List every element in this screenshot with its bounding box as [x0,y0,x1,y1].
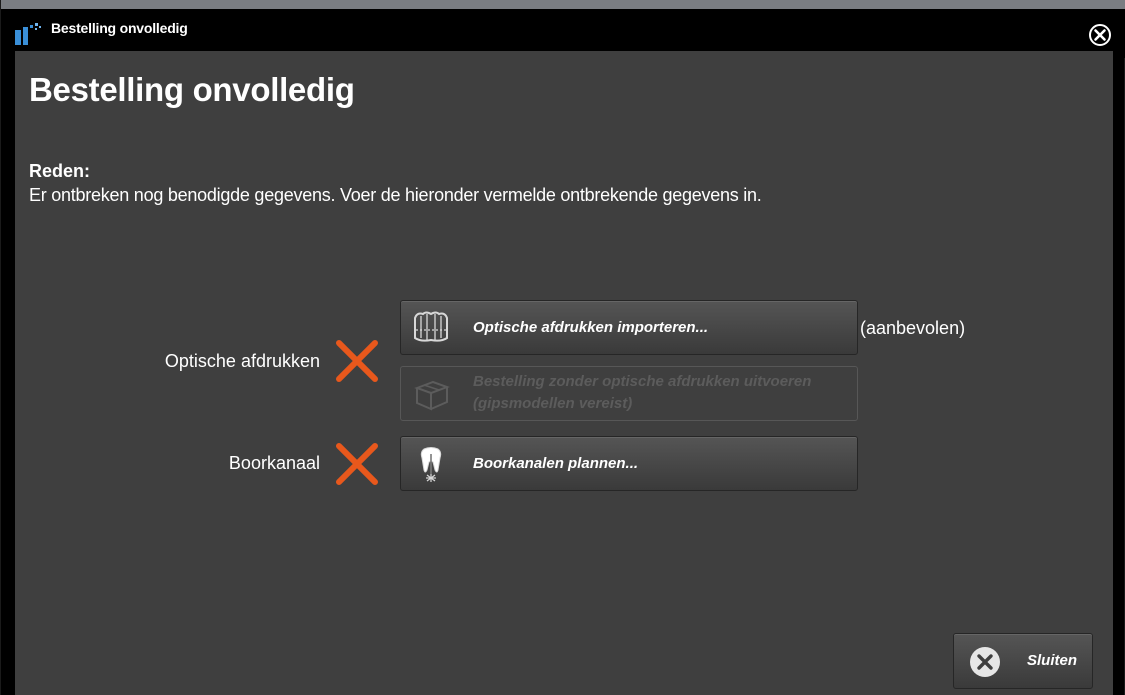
window-title: Bestelling onvolledig [51,20,188,36]
title-bar-top-edge [1,0,1125,9]
order-without-impressions-label-line1: Bestelling zonder optische afdrukken uit… [473,373,812,390]
optical-missing-x-icon [336,340,378,382]
window-close-icon[interactable] [1088,23,1112,47]
order-without-impressions-button[interactable]: Bestelling zonder optische afdrukken uit… [400,366,858,421]
import-optical-impressions-label: Optische afdrukken importeren... [473,319,709,336]
close-button-label: Sluiten [1027,652,1078,669]
dialog-content: Bestelling onvolledig Reden: Er ontbreke… [15,51,1113,695]
drill-missing-x-icon [336,443,378,485]
app-logo-icon [15,23,41,45]
plan-drill-channels-label: Boorkanalen plannen... [473,455,639,472]
title-bar: Bestelling onvolledig [1,0,1125,58]
import-optical-impressions-button[interactable]: Optische afdrukken importeren... [400,300,858,355]
drill-channel-label: Boorkanaal [228,453,320,473]
reason-text: Er ontbreken nog benodigde gegevens. Voe… [29,185,762,205]
close-button[interactable]: Sluiten [953,633,1093,689]
plan-drill-channels-button[interactable]: Boorkanalen plannen... [400,436,858,491]
circle-close-icon [970,647,1000,677]
package-box-icon [414,380,450,411]
dialog-window: Bestelling onvolledig Bestelling onvolle… [0,0,1125,695]
tooth-drill-icon [420,447,442,482]
recommended-note: (aanbevolen) [860,318,966,338]
optical-impressions-label: Optische afdrukken [164,351,320,371]
dental-impression-icon [414,311,448,342]
reason-label: Reden: [29,161,91,181]
order-without-impressions-label-line2: (gipsmodellen vereist) [473,395,633,412]
page-title: Bestelling onvolledig [29,71,355,108]
